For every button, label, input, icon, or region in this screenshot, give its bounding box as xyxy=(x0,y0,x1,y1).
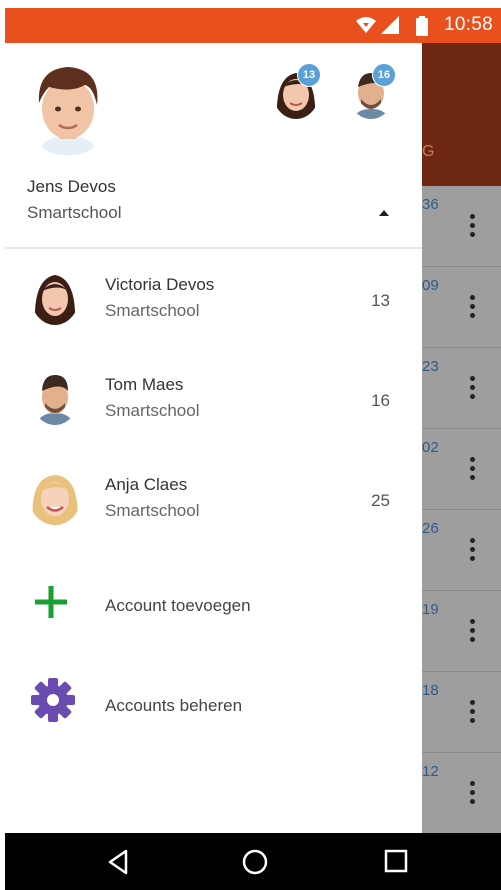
account-item-anja[interactable]: Anja Claes Smartschool 25 xyxy=(5,469,422,575)
back-icon[interactable] xyxy=(106,849,130,875)
avatar xyxy=(31,269,79,325)
background-app[interactable]: G 36 09 23 02 26 19 18 12 xyxy=(422,43,501,833)
account-count: 13 xyxy=(371,291,390,310)
account-name: Victoria Devos xyxy=(105,275,215,294)
list-item[interactable]: 02 xyxy=(422,429,501,510)
home-icon[interactable] xyxy=(242,849,268,875)
list-item[interactable]: 18 xyxy=(422,672,501,753)
background-app-bar: G xyxy=(422,43,501,186)
recents-icon[interactable] xyxy=(384,849,408,873)
manage-accounts-button[interactable]: Accounts beheren xyxy=(5,678,422,738)
add-account-label: Account toevoegen xyxy=(105,596,251,615)
list-item-number: 23 xyxy=(422,358,439,375)
more-vert-icon[interactable] xyxy=(470,538,476,564)
avatar xyxy=(31,369,79,425)
more-vert-icon[interactable] xyxy=(470,295,476,321)
wifi-icon xyxy=(356,17,376,33)
system-nav-bar xyxy=(5,833,501,890)
status-bar: 10:58 xyxy=(5,8,501,43)
current-account-avatar[interactable] xyxy=(27,63,109,155)
navigation-drawer: 13 16 Jens Devos Smartschool Victoria De… xyxy=(5,43,422,833)
signal-icon xyxy=(381,16,399,34)
account-school: Smartschool xyxy=(105,401,200,420)
account-name: Anja Claes xyxy=(105,475,188,494)
background-tab-label: G xyxy=(422,143,435,160)
divider xyxy=(5,247,422,249)
account-count: 25 xyxy=(371,491,390,510)
add-account-button[interactable]: Account toevoegen xyxy=(5,578,422,638)
account-school: Smartschool xyxy=(105,501,200,520)
list-item-number: 12 xyxy=(422,763,439,780)
list-item[interactable]: 12 xyxy=(422,753,501,833)
account-school: Smartschool xyxy=(105,301,200,320)
list-item-number: 09 xyxy=(422,277,439,294)
more-vert-icon[interactable] xyxy=(470,619,476,645)
account-item-tom[interactable]: Tom Maes Smartschool 16 xyxy=(5,369,422,475)
account-item-victoria[interactable]: Victoria Devos Smartschool 13 xyxy=(5,269,422,375)
battery-icon xyxy=(416,16,428,36)
more-vert-icon[interactable] xyxy=(470,376,476,402)
account-count: 16 xyxy=(371,391,390,410)
list-item[interactable]: 19 xyxy=(422,591,501,672)
current-account-school: Smartschool xyxy=(27,203,122,222)
more-vert-icon[interactable] xyxy=(470,781,476,807)
avatar xyxy=(29,469,81,525)
gear-icon xyxy=(31,678,75,722)
plus-icon xyxy=(35,586,67,618)
manage-accounts-label: Accounts beheren xyxy=(105,696,243,715)
clock: 10:58 xyxy=(443,14,493,35)
account-name: Tom Maes xyxy=(105,375,184,394)
switch-account-badge: 16 xyxy=(372,63,396,87)
list-item-number: 02 xyxy=(422,439,439,456)
list-item-number: 19 xyxy=(422,601,439,618)
list-item-number: 26 xyxy=(422,520,439,537)
more-vert-icon[interactable] xyxy=(470,214,476,240)
list-item[interactable]: 09 xyxy=(422,267,501,348)
current-account-name: Jens Devos xyxy=(27,177,116,196)
more-vert-icon[interactable] xyxy=(470,700,476,726)
list-item[interactable]: 23 xyxy=(422,348,501,429)
list-item[interactable]: 26 xyxy=(422,510,501,591)
list-item-number: 18 xyxy=(422,682,439,699)
switch-account-badge: 13 xyxy=(297,63,321,87)
list-item[interactable]: 36 xyxy=(422,186,501,267)
more-vert-icon[interactable] xyxy=(470,457,476,483)
list-item-number: 36 xyxy=(422,196,439,213)
caret-up-icon[interactable] xyxy=(379,210,389,216)
